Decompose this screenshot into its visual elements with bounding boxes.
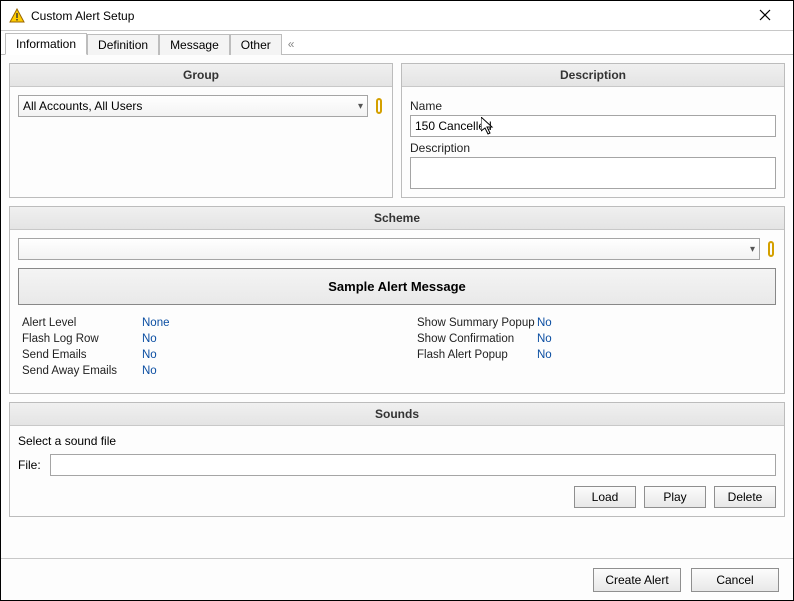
prop-show-summary-popup: Show Summary PopupNo [417, 315, 772, 331]
tab-information[interactable]: Information [5, 33, 87, 55]
cancel-button[interactable]: Cancel [691, 568, 779, 592]
group-combobox[interactable]: All Accounts, All Users ▾ [18, 95, 368, 117]
name-input[interactable] [410, 115, 776, 137]
scheme-panel: Scheme ▾ Sample Alert Message Alert Leve… [9, 206, 785, 394]
description-label: Description [410, 141, 776, 155]
sounds-header: Sounds [10, 403, 784, 426]
prop-flash-log-row: Flash Log RowNo [22, 331, 377, 347]
play-button[interactable]: Play [644, 486, 706, 508]
scheme-combobox[interactable]: ▾ [18, 238, 760, 260]
description-panel: Description Name Description [401, 63, 785, 198]
name-label: Name [410, 99, 776, 113]
prop-alert-level: Alert LevelNone [22, 315, 377, 331]
dialog-window: Custom Alert Setup Information Definitio… [0, 0, 794, 601]
warning-icon [9, 8, 25, 24]
sounds-instruction: Select a sound file [18, 434, 776, 448]
window-title: Custom Alert Setup [31, 9, 745, 23]
sounds-panel: Sounds Select a sound file File: Load Pl… [9, 402, 785, 517]
group-header: Group [10, 64, 392, 87]
file-label: File: [18, 458, 44, 472]
group-panel: Group All Accounts, All Users ▾ [9, 63, 393, 198]
delete-button[interactable]: Delete [714, 486, 776, 508]
content-area: Group All Accounts, All Users ▾ Descript… [1, 55, 793, 558]
tab-overflow-icon[interactable]: « [282, 34, 301, 54]
scheme-properties: Alert LevelNone Flash Log RowNo Send Ema… [18, 315, 776, 385]
tab-definition[interactable]: Definition [87, 34, 159, 55]
close-button[interactable] [745, 2, 785, 30]
sample-alert-message: Sample Alert Message [18, 268, 776, 305]
title-bar: Custom Alert Setup [1, 1, 793, 31]
description-input[interactable] [410, 157, 776, 189]
prop-flash-alert-popup: Flash Alert PopupNo [417, 347, 772, 363]
prop-send-away-emails: Send Away EmailsNo [22, 363, 377, 379]
attachment-icon[interactable] [374, 97, 384, 115]
tab-message[interactable]: Message [159, 34, 230, 55]
file-input[interactable] [50, 454, 776, 476]
close-icon [759, 8, 771, 24]
description-header: Description [402, 64, 784, 87]
load-button[interactable]: Load [574, 486, 636, 508]
tab-strip: Information Definition Message Other « [1, 31, 793, 55]
create-alert-button[interactable]: Create Alert [593, 568, 681, 592]
scheme-header: Scheme [10, 207, 784, 230]
prop-send-emails: Send EmailsNo [22, 347, 377, 363]
chevron-down-icon: ▾ [750, 244, 755, 255]
chevron-down-icon: ▾ [358, 101, 363, 112]
group-selected-text: All Accounts, All Users [23, 99, 142, 113]
prop-show-confirmation: Show ConfirmationNo [417, 331, 772, 347]
dialog-footer: Create Alert Cancel [1, 558, 793, 600]
tab-other[interactable]: Other [230, 34, 282, 55]
attachment-icon[interactable] [766, 240, 776, 258]
